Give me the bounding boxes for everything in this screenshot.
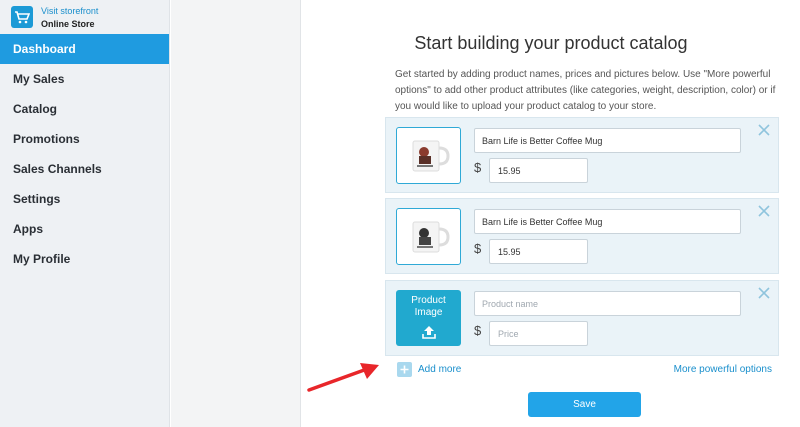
sidebar-item-my-profile[interactable]: My Profile <box>0 244 169 274</box>
price-input[interactable] <box>489 321 588 346</box>
page-title: Start building your product catalog <box>414 33 688 53</box>
store-header: Visit storefront Online Store <box>0 0 169 34</box>
product-name-input[interactable] <box>474 209 741 234</box>
product-name-input[interactable] <box>474 128 741 153</box>
close-icon[interactable] <box>758 205 770 217</box>
secondary-pane <box>171 0 301 427</box>
product-image[interactable] <box>396 208 461 265</box>
upload-icon <box>396 324 461 340</box>
shopping-cart-icon[interactable] <box>11 6 33 28</box>
sidebar-item-sales-channels[interactable]: Sales Channels <box>0 154 169 184</box>
add-more-button[interactable]: Add more <box>397 362 461 377</box>
sidebar-item-settings[interactable]: Settings <box>0 184 169 214</box>
price-input[interactable] <box>489 239 588 264</box>
currency-symbol: $ <box>474 323 482 338</box>
sidebar: Visit storefront Online Store Dashboard … <box>0 0 170 427</box>
save-button[interactable]: Save <box>528 392 641 417</box>
sidebar-item-my-sales[interactable]: My Sales <box>0 64 169 94</box>
currency-symbol: $ <box>474 160 482 175</box>
product-image-upload[interactable]: Product Image <box>396 290 461 346</box>
close-icon[interactable] <box>758 287 770 299</box>
price-input[interactable] <box>489 158 588 183</box>
intro-text: Get started by adding product names, pri… <box>395 69 776 112</box>
close-icon[interactable] <box>758 124 770 136</box>
more-powerful-options-link[interactable]: More powerful options <box>674 364 772 375</box>
product-name-input[interactable] <box>474 291 741 316</box>
store-name: Online Store <box>41 18 95 29</box>
upload-label-line1: Product <box>411 295 446 306</box>
product-image[interactable] <box>396 127 461 184</box>
sidebar-item-dashboard[interactable]: Dashboard <box>0 34 169 64</box>
sidebar-item-apps[interactable]: Apps <box>0 214 169 244</box>
mug-image <box>412 140 450 171</box>
mug-image <box>412 221 450 252</box>
plus-icon <box>397 362 412 377</box>
currency-symbol: $ <box>474 241 482 256</box>
sidebar-item-promotions[interactable]: Promotions <box>0 124 169 154</box>
sidebar-item-catalog[interactable]: Catalog <box>0 94 169 124</box>
product-row: $ <box>385 117 779 193</box>
new-product-row: Product Image $ <box>385 280 779 356</box>
annotation-arrow-icon <box>307 363 379 392</box>
visit-storefront-link[interactable]: Visit storefront <box>41 5 98 17</box>
add-more-label: Add more <box>418 364 462 375</box>
upload-label-line2: Image <box>414 307 443 318</box>
product-row: $ <box>385 198 779 274</box>
